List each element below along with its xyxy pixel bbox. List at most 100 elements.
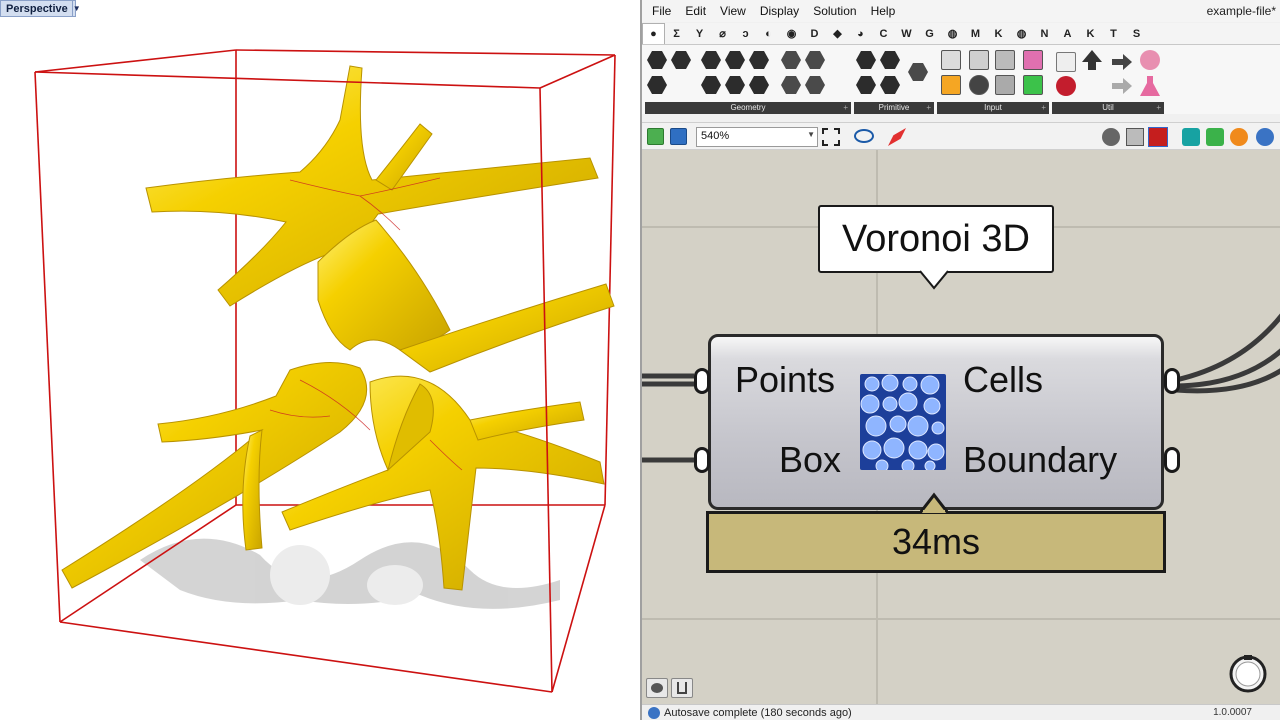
line-param-icon[interactable] [701,76,721,94]
plane-param-icon[interactable] [749,76,769,94]
preview-selected-icon[interactable] [1148,127,1168,147]
viewport-menu-arrow-icon[interactable]: ▼ [71,1,81,16]
tab-k[interactable]: K [987,23,1010,44]
tab-w[interactable]: W [895,23,918,44]
tab-plugin-2[interactable]: ◕ [849,23,872,44]
input-points-label[interactable]: Points [735,359,835,401]
text-param-icon[interactable] [880,76,900,94]
colour-wheel-icon[interactable] [1023,75,1043,95]
tab-plugin-1[interactable]: ◆ [826,23,849,44]
brep-param-icon[interactable] [749,51,769,69]
tab-params[interactable]: ● [642,23,665,44]
arc-param-icon[interactable] [725,76,745,94]
data-input-icon[interactable] [1112,78,1132,94]
zoom-dropdown[interactable]: 540% ▼ [696,127,818,147]
tab-t[interactable]: T [1102,23,1125,44]
field-param-icon[interactable] [805,51,825,69]
tab-sets[interactable]: Y [688,23,711,44]
curve-param-icon[interactable] [725,51,745,69]
output-cells-label[interactable]: Cells [963,359,1043,401]
status-bar: Autosave complete (180 seconds ago) 1.0.… [642,704,1280,720]
mesh-param-icon[interactable] [781,51,801,69]
tree-icon[interactable] [1082,50,1102,70]
surface-param-icon[interactable] [781,76,801,94]
menu-edit[interactable]: Edit [678,4,713,18]
tab-k2[interactable]: K [1079,23,1102,44]
output-cells-grip[interactable] [1164,368,1180,394]
tab-surface[interactable]: ◐ [757,23,780,44]
menu-view[interactable]: View [713,4,753,18]
tab-c[interactable]: C [872,23,895,44]
slider-icon[interactable] [941,50,961,70]
button-icon[interactable] [969,75,989,95]
sketch-icon[interactable] [888,128,906,146]
globe-icon[interactable] [1256,128,1274,146]
menu-solution[interactable]: Solution [806,4,863,18]
number-param-icon[interactable] [880,51,900,69]
material-icon[interactable] [1230,128,1248,146]
tab-mesh[interactable]: ◉ [780,23,803,44]
geometry-param-icon[interactable] [647,51,667,69]
menu-help[interactable]: Help [864,4,903,18]
component-name-bubble: Voronoi 3D [818,205,1054,273]
graph-mapper-icon[interactable] [995,50,1015,70]
viewport-title-tab[interactable]: Perspective ▼ [0,0,81,17]
toggle-icon[interactable] [969,50,989,70]
tab-a[interactable]: A [1056,23,1079,44]
tab-vector[interactable]: ⌀ [711,23,734,44]
input-box-label[interactable]: Box [779,439,841,481]
voronoi-3d-component[interactable]: Points Box Cells Boundary [708,334,1164,510]
voronoi-geometry [61,65,615,591]
open-file-icon[interactable] [647,128,664,145]
colour-swatch-icon[interactable] [1023,50,1043,70]
panel-input-label: Input + [937,102,1049,114]
value-list-icon[interactable] [995,75,1015,95]
tab-m[interactable]: M [964,23,987,44]
viewport-scene [34,49,616,693]
tab-plugin-3[interactable]: ◍ [941,23,964,44]
integer-param-icon[interactable] [856,76,876,94]
panel-input: Input + [937,48,1049,114]
gradient-icon[interactable] [941,75,961,95]
output-boundary-label[interactable]: Boundary [963,439,1117,481]
save-file-icon[interactable] [670,128,687,145]
tab-g[interactable]: G [918,23,941,44]
tab-maths[interactable]: Σ [665,23,688,44]
mesh-quality-icon[interactable] [1206,128,1224,146]
tab-plugin-4[interactable]: ◍ [1010,23,1033,44]
menu-display[interactable]: Display [753,4,806,18]
menu-bar: File Edit View Display Solution Help exa… [642,0,1280,22]
box-param-icon[interactable] [647,76,667,94]
menu-file[interactable]: File [642,4,678,18]
input-points-grip[interactable] [694,368,710,394]
fitness-icon[interactable] [1056,52,1076,72]
flask-icon[interactable] [1140,76,1160,96]
boolean-param-icon[interactable] [856,51,876,69]
zoom-value: 540% [701,130,730,142]
path-param-icon[interactable] [908,63,928,81]
tab-s[interactable]: S [1125,23,1148,44]
point-param-icon[interactable] [671,51,691,69]
grasshopper-canvas[interactable]: Voronoi 3D Points Box Cells Boundary 34m… [642,150,1280,704]
galapagos-icon[interactable] [1140,50,1160,70]
data-output-icon[interactable] [1112,54,1132,70]
transform-param-icon[interactable] [805,76,825,94]
cherry-icon[interactable] [1056,76,1076,96]
zoom-extents-icon[interactable] [822,128,840,146]
circle-param-icon[interactable] [701,51,721,69]
tab-d[interactable]: D [803,23,826,44]
voronoi-3d-icon [860,374,946,470]
rhino-viewport[interactable]: Perspective ▼ [0,0,640,720]
sketch-tool-icon[interactable] [646,678,668,698]
eye-icon[interactable] [854,129,874,143]
output-boundary-grip[interactable] [1164,447,1180,473]
document-preview-icon[interactable] [1182,128,1200,146]
download-icon[interactable] [671,678,693,698]
canvas-compass-icon[interactable] [1228,654,1268,694]
version-label: 1.0.0007 [1213,707,1252,718]
preview-wire-icon[interactable] [1102,128,1120,146]
input-box-grip[interactable] [694,447,710,473]
tab-n[interactable]: N [1033,23,1056,44]
preview-shaded-icon[interactable] [1126,128,1144,146]
tab-curve[interactable]: ↄ [734,23,757,44]
